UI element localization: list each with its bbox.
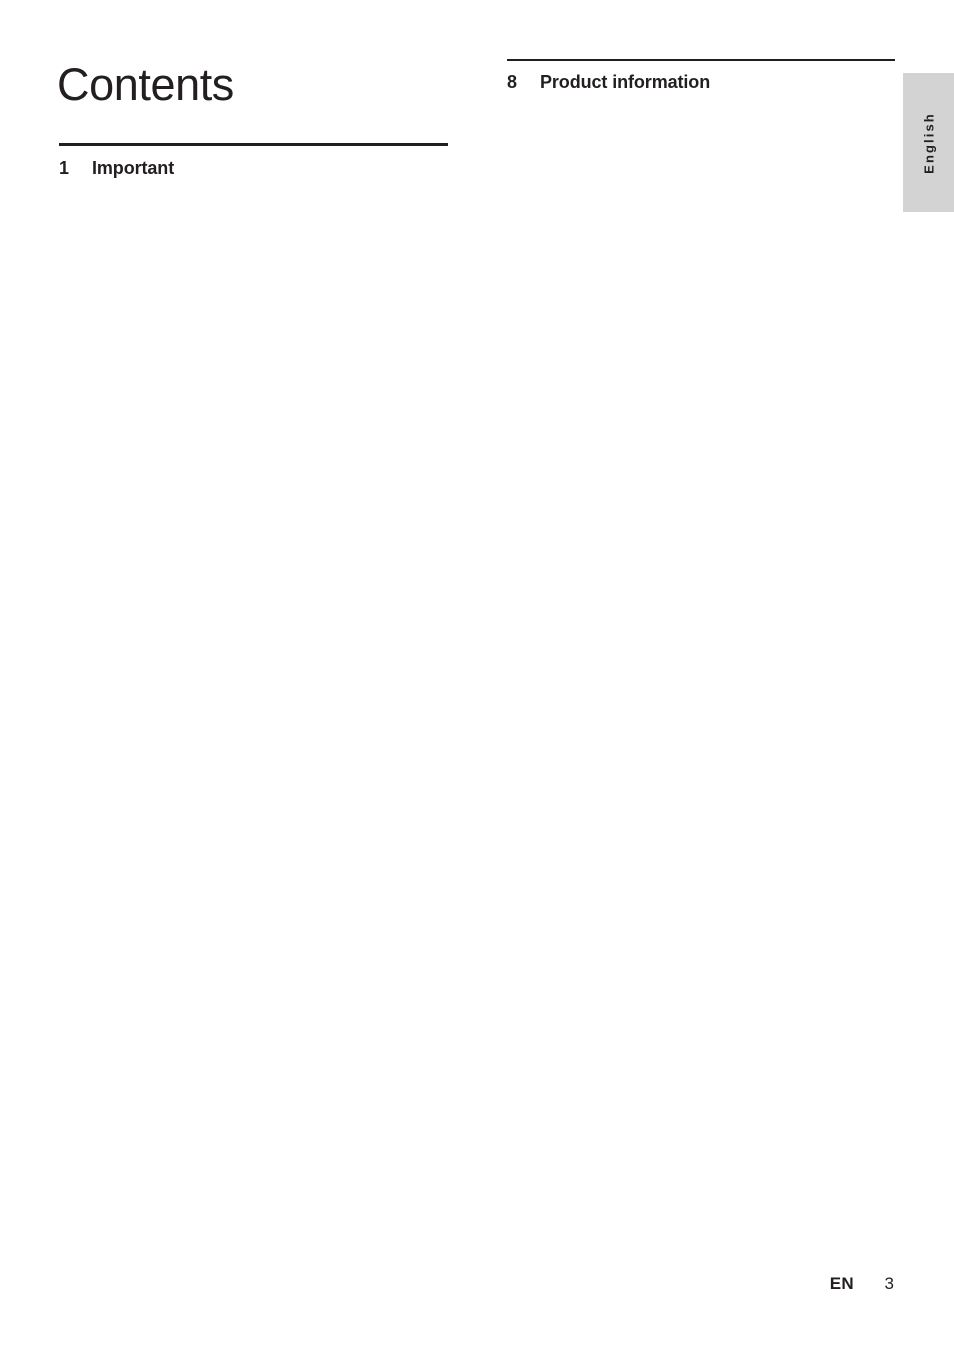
- page-footer: EN 3: [700, 1274, 894, 1294]
- toc-column-left: 1Important6Safety6Notice82Your Docking E…: [59, 143, 954, 1350]
- section-title: Important: [92, 158, 175, 179]
- section-title: Product information: [540, 71, 711, 92]
- toc-column-right: 8Product information19Specifications199T…: [507, 59, 954, 1350]
- section-number: 8: [507, 71, 518, 92]
- section-page-number: 19: [710, 69, 954, 1350]
- language-tab: English: [903, 73, 954, 212]
- section-number: 1: [59, 158, 70, 179]
- toc-section-heading[interactable]: 1Important6: [59, 156, 954, 1350]
- language-tab-label: English: [921, 111, 936, 174]
- section-divider: [507, 59, 895, 61]
- section-divider: [59, 143, 448, 147]
- toc-section: 8Product information19Specifications19: [507, 59, 954, 1350]
- toc-section-heading[interactable]: 8 Product information19: [507, 69, 954, 1350]
- footer-locale-code: EN: [829, 1274, 854, 1293]
- page-title: Contents: [57, 59, 234, 110]
- footer-page-number: 3: [884, 1274, 894, 1293]
- toc-section: 1Important6Safety6Notice8: [59, 143, 954, 1350]
- contents-page: Contents 1Important6Safety6Notice82Your …: [0, 0, 954, 1350]
